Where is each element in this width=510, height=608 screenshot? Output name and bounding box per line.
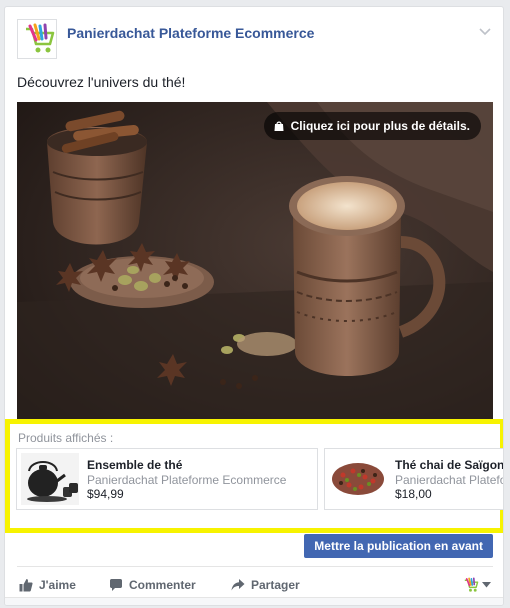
caret-down-icon <box>482 582 491 588</box>
post-message: Découvrez l'univers du thé! <box>17 74 186 90</box>
comment-button[interactable]: Commenter <box>109 572 196 598</box>
comment-bubble-icon <box>110 579 122 591</box>
details-cta-label: Cliquez ici pour plus de détails. <box>290 119 470 133</box>
product-card[interactable]: Thé chai de Saïgon b Panierdachat Platef… <box>324 448 504 510</box>
post-card: Panierdachat Plateforme Ecommerce Découv… <box>4 6 504 606</box>
page-name[interactable]: Panierdachat Plateforme Ecommerce <box>67 25 314 41</box>
page-avatar-icon <box>464 577 479 592</box>
like-label: J'aime <box>39 578 76 592</box>
post-actions: J'aime Commenter Partager <box>17 572 493 598</box>
teapot-set-image <box>21 453 79 505</box>
product-price: $94,99 <box>87 487 124 501</box>
product-name: Thé chai de Saïgon b <box>395 458 504 472</box>
product-card[interactable]: Ensemble de thé Panierdachat Plateforme … <box>16 448 318 510</box>
shopping-bag-icon <box>274 121 284 131</box>
post-header: Panierdachat Plateforme Ecommerce <box>17 19 493 63</box>
products-label: Produits affichés : <box>18 431 114 445</box>
tea-photo-image <box>17 102 493 420</box>
share-button[interactable]: Partager <box>231 572 300 598</box>
thumbs-up-icon <box>19 579 33 592</box>
product-seller: Panierdachat Plateforme Ecommerce <box>87 473 287 487</box>
actions-divider <box>17 566 493 567</box>
share-arrow-icon <box>231 579 245 591</box>
details-cta-button[interactable]: Cliquez ici pour plus de détails. <box>263 112 481 140</box>
chai-tea-image <box>329 453 387 505</box>
featured-products: Produits affichés : Ensemble de thé Pani… <box>5 419 504 533</box>
audience-selector[interactable] <box>461 575 491 595</box>
chevron-down-icon[interactable] <box>477 25 493 37</box>
comment-label: Commenter <box>129 578 196 592</box>
product-name: Ensemble de thé <box>87 458 183 472</box>
product-price: $18,00 <box>395 487 432 501</box>
product-seller: Panierdachat Platefo <box>395 473 504 487</box>
share-label: Partager <box>251 578 300 592</box>
like-button[interactable]: J'aime <box>19 572 76 598</box>
comments-strip <box>5 597 503 605</box>
cart-logo-icon <box>26 23 55 53</box>
page-logo[interactable] <box>17 19 57 59</box>
post-photo[interactable]: Cliquez ici pour plus de détails. <box>17 102 493 420</box>
boost-post-button[interactable]: Mettre la publication en avant <box>304 534 493 558</box>
